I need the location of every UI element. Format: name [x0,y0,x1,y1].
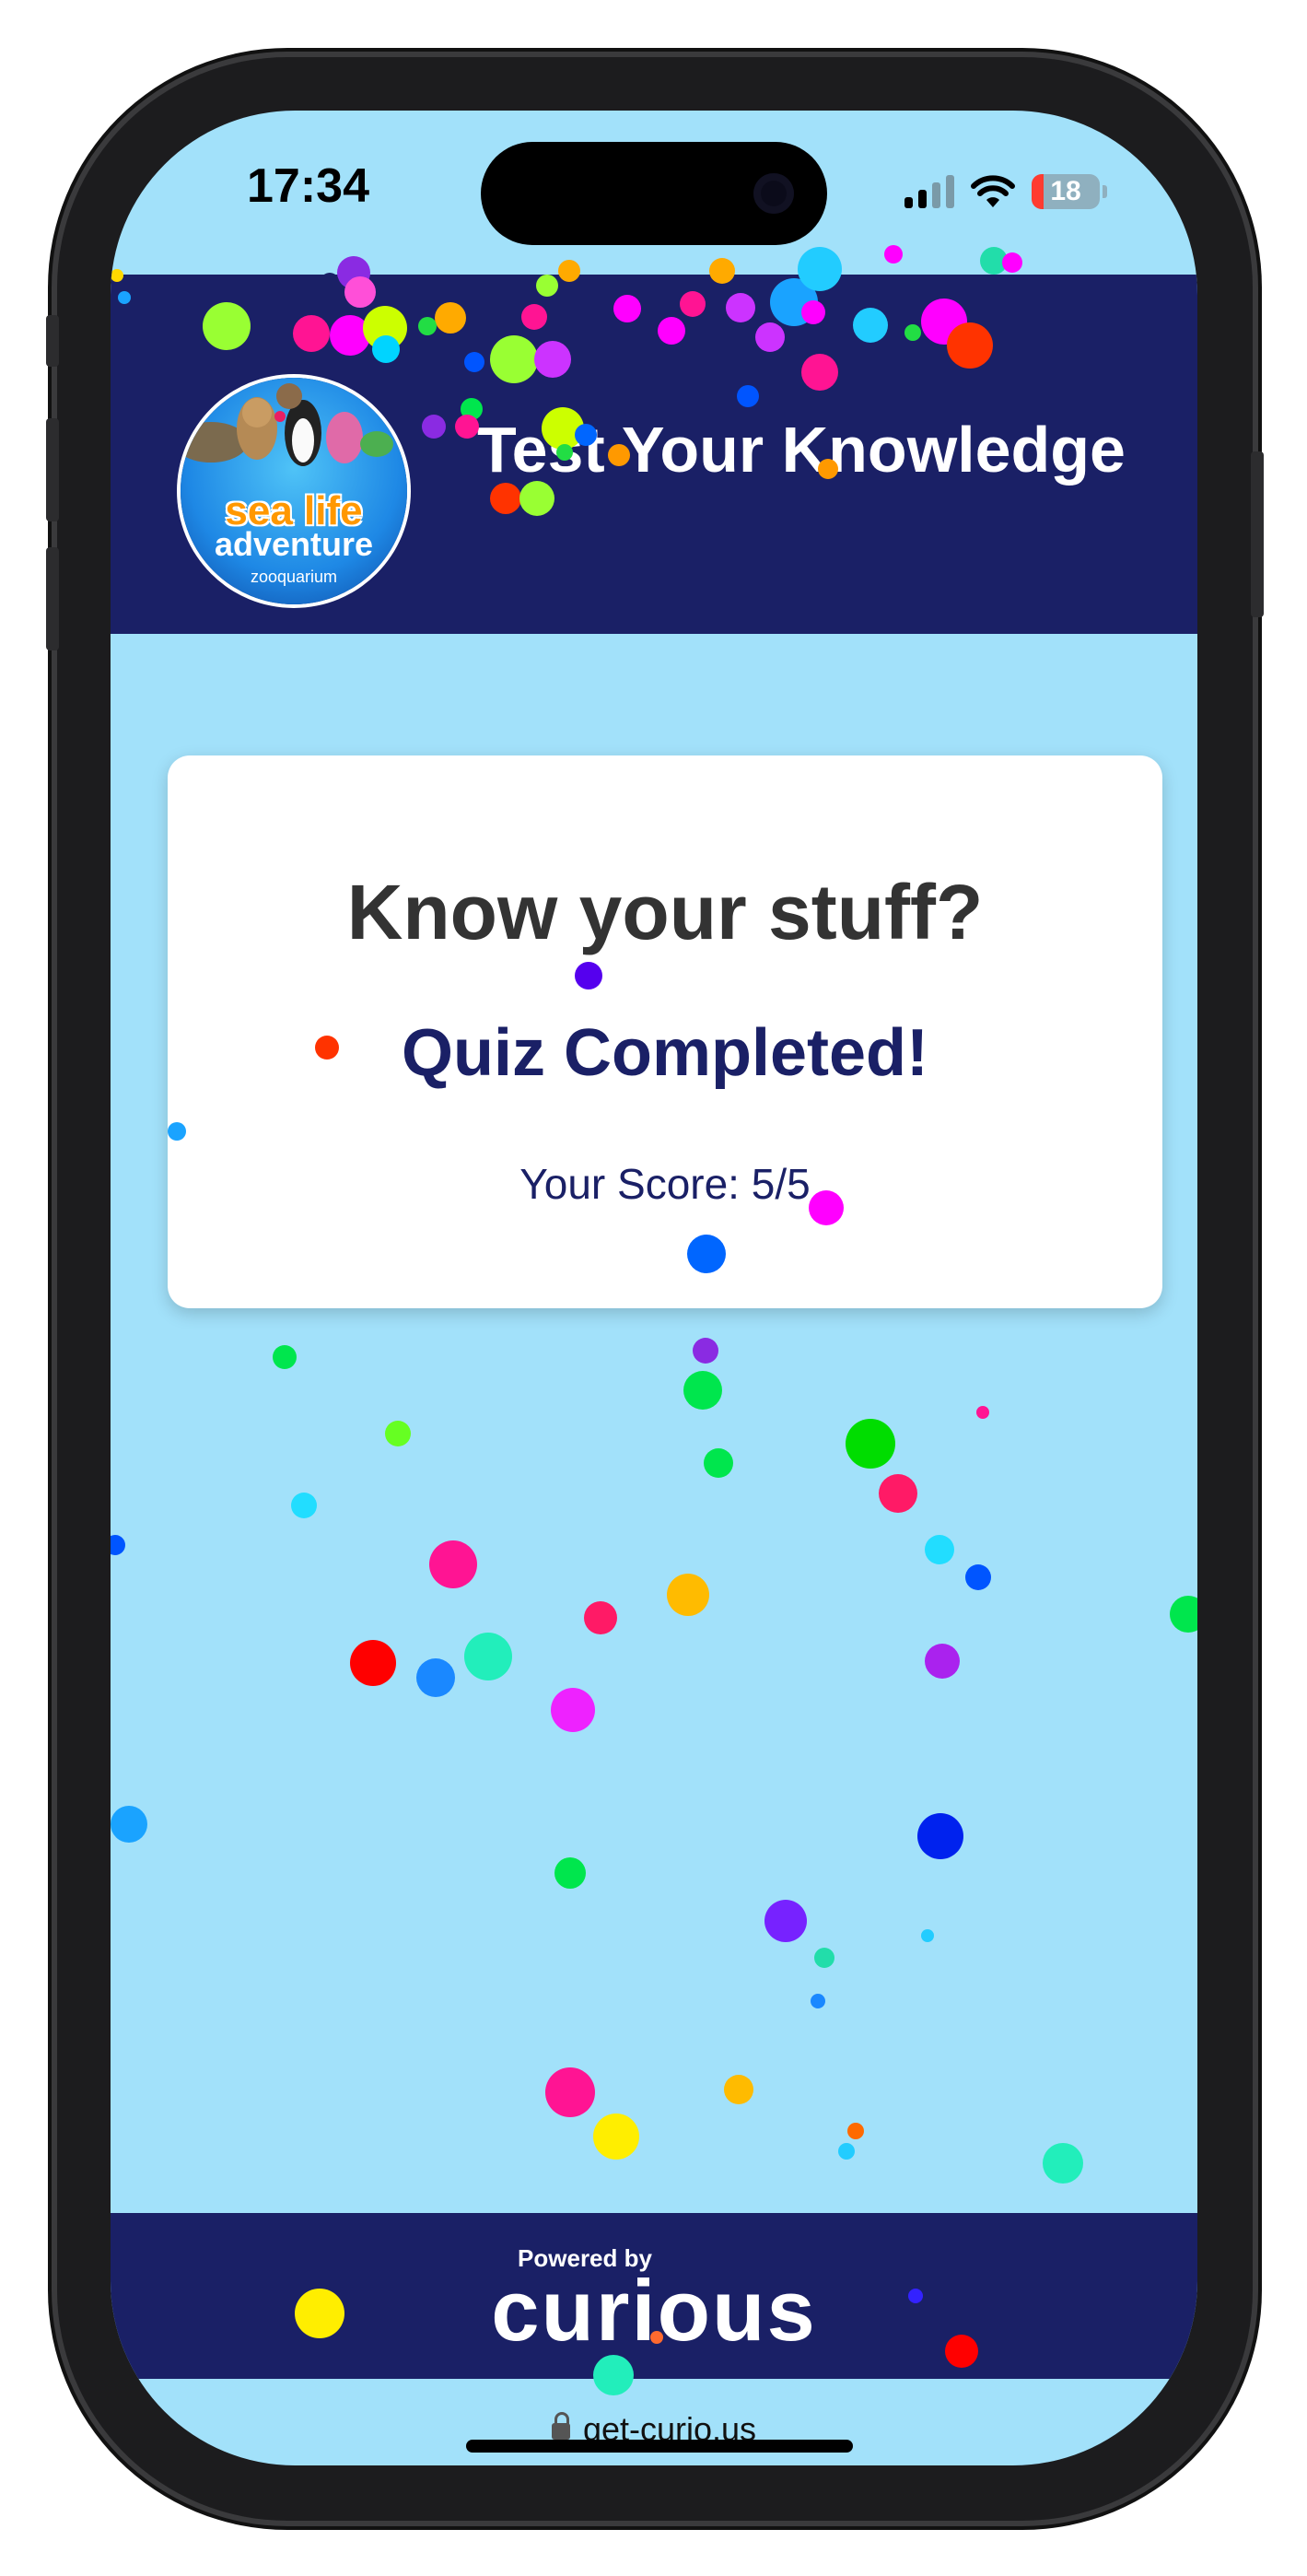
volume-down-button [46,547,59,650]
quiz-result-card: Know your stuff? Quiz Completed! Your Sc… [168,755,1162,1308]
confetti-dot [291,1493,317,1518]
phone-screen: 17:34 18 sea life adventure zooquarium T… [111,111,1197,2465]
confetti-dot [1170,1596,1197,1633]
confetti-dot [554,1857,586,1889]
confetti-dot [429,1540,477,1588]
confetti-dot [416,1658,455,1697]
confetti-dot [385,1421,411,1446]
animals-illustration [181,383,393,466]
app-header: sea life adventure zooquarium Test Your … [111,275,1197,634]
confetti-dot [764,1900,807,1942]
volume-up-button [46,418,59,521]
confetti-dot [704,1448,733,1478]
confetti-dot [273,1345,297,1369]
home-indicator[interactable] [466,2440,853,2453]
confetti-dot [683,1371,722,1410]
logo-wordmark-zooquarium: zooquarium [250,568,338,586]
lock-icon [551,2412,570,2440]
status-time: 17:34 [247,159,369,213]
confetti-dot [965,1564,991,1590]
power-button [1251,451,1264,617]
confetti-dot [811,1994,825,2008]
brand-accent-dot [650,2331,663,2344]
confetti-dot [846,1419,895,1469]
cellular-signal-icon [904,175,954,208]
quiz-score: Your Score: 5/5 [519,1160,811,1208]
confetti-dot [847,2123,864,2139]
action-button [46,315,59,367]
confetti-dot [879,1474,917,1513]
confetti-dot [976,1406,989,1419]
confetti-dot [1043,2143,1083,2184]
status-bar: 17:34 18 [111,111,1197,275]
confetti-dot [464,1633,512,1680]
battery-percent: 18 [1050,176,1081,206]
confetti-dot [838,2143,855,2160]
footer-bar: Powered by curious [111,2213,1197,2379]
confetti-dot [925,1535,954,1564]
confetti-dot [593,2113,639,2160]
front-camera-icon [753,173,794,214]
quiz-status: Quiz Completed! [402,1016,928,1090]
confetti-dot [917,1813,963,1859]
confetti-dot [551,1688,595,1732]
curious-brand-logo[interactable]: curious [111,2261,1197,2360]
confetti-dot [350,1640,396,1686]
battery-icon: 18 [1032,174,1100,209]
confetti-dot [693,1338,718,1364]
confetti-dot [545,2067,595,2117]
logo-wordmark-adventure: adventure [214,525,374,563]
confetti-dot [667,1574,709,1616]
card-heading: Know your stuff? [346,869,984,955]
battery-level-fill [1032,174,1044,209]
sea-life-logo[interactable]: sea life adventure zooquarium [181,378,407,604]
confetti-dot [925,1644,960,1679]
confetti-dot [724,2075,753,2104]
wifi-icon [971,175,1015,207]
confetti-dot [584,1601,617,1634]
confetti-dot [921,1929,934,1942]
confetti-dot [814,1948,834,1968]
confetti-dot [111,1806,147,1843]
status-icons: 18 [904,171,1107,212]
dynamic-island [481,142,827,245]
confetti-dot [111,1535,125,1555]
page-title: Test Your Knowledge [477,414,1126,486]
